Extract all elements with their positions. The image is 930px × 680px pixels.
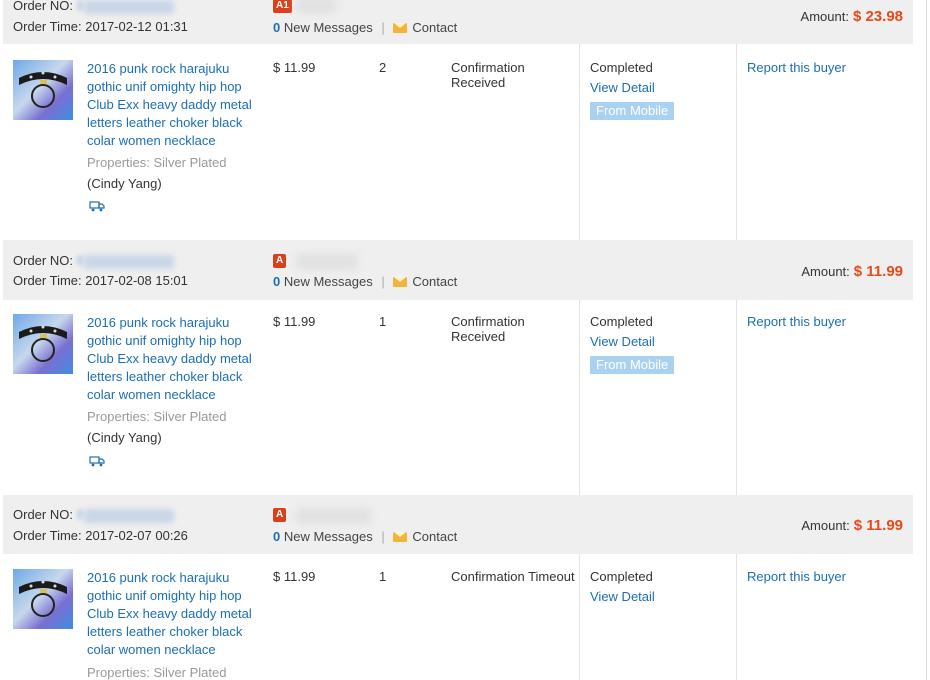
product-thumbnail[interactable] (13, 569, 73, 629)
product-properties: Properties: Silver Plated (87, 155, 227, 170)
new-messages-link[interactable]: New Messages (284, 274, 373, 289)
order-time: Order Time: 2017-02-12 01:31 (13, 19, 188, 34)
order-header: Order NO: 8 Order Time: 2017-02-08 15:01… (3, 240, 913, 300)
column-divider (736, 44, 737, 240)
column-divider (579, 554, 580, 680)
buyer-name: (Cindy Yang) (87, 430, 162, 445)
report-buyer-link[interactable]: Report this buyer (747, 314, 846, 329)
view-detail-link[interactable]: View Detail (590, 589, 655, 604)
unit-price: $ 11.99 (273, 569, 316, 584)
redacted-seller-name (296, 508, 371, 524)
order-status: Completed (590, 60, 653, 75)
envelope-icon (393, 23, 408, 33)
separator: | (381, 529, 385, 544)
buyer-name: (Cindy Yang) (87, 176, 162, 191)
truck-icon[interactable] (89, 455, 105, 467)
seller-level-badge: A1 (273, 0, 292, 13)
from-mobile-tag: From Mobile (590, 102, 675, 120)
truck-icon[interactable] (89, 200, 105, 212)
order-number: Order NO: 8 (13, 253, 174, 269)
seller-level-badge: A (273, 254, 287, 268)
order-number: Order NO: 8 (13, 507, 174, 523)
order-amount: Amount: $ 11.99 (801, 517, 903, 534)
quantity: 1 (379, 569, 387, 584)
product-title-link[interactable]: 2016 punk rock harajuku gothic unif omig… (87, 60, 257, 150)
new-message-count[interactable]: 0 (273, 274, 280, 289)
amount-value: $ 23.98 (852, 8, 903, 25)
contact-link[interactable]: Contact (412, 20, 457, 35)
new-message-count[interactable]: 0 (273, 20, 280, 35)
product-title-link[interactable]: 2016 punk rock harajuku gothic unif omig… (87, 314, 257, 404)
product-title-link[interactable]: 2016 punk rock harajuku gothic unif omig… (87, 569, 257, 659)
column-divider (579, 300, 580, 495)
order-amount: Amount: $ 11.99 (801, 263, 903, 280)
message-row: 0 New Messages | Contact (273, 274, 457, 289)
confirmation-status: Confirmation Received (451, 314, 525, 344)
contact-link[interactable]: Contact (412, 274, 457, 289)
confirmation-status: Confirmation Received (451, 60, 525, 90)
order-item-row: 2016 punk rock harajuku gothic unif omig… (3, 300, 913, 495)
new-message-count[interactable]: 0 (273, 529, 280, 544)
quantity: 2 (379, 60, 387, 75)
report-buyer-link[interactable]: Report this buyer (747, 60, 846, 75)
product-thumbnail[interactable] (13, 314, 73, 374)
view-detail-link[interactable]: View Detail (590, 80, 655, 95)
from-mobile-tag: From Mobile (590, 356, 675, 374)
envelope-icon (393, 277, 408, 287)
order-status: Completed (590, 569, 653, 584)
amount-value: $ 11.99 (853, 263, 903, 280)
separator: | (381, 274, 385, 289)
redacted-order-number (83, 254, 174, 269)
column-divider (736, 554, 737, 680)
product-properties: Properties: Silver Plated (87, 665, 227, 680)
message-row: 0 New Messages | Contact (273, 529, 457, 544)
order-item-row: 2016 punk rock harajuku gothic unif omig… (3, 554, 913, 680)
order-time: Order Time: 2017-02-07 00:26 (13, 528, 188, 543)
order-header: Order NO: 8 Order Time: 2017-02-07 00:26… (3, 495, 913, 554)
product-properties: Properties: Silver Plated (87, 409, 227, 424)
order-amount: Amount: $ 23.98 (800, 8, 903, 25)
amount-value: $ 11.99 (853, 517, 903, 534)
redacted-seller-name (296, 0, 336, 14)
order-time: Order Time: 2017-02-08 15:01 (13, 273, 188, 288)
order-item-row: 2016 punk rock harajuku gothic unif omig… (3, 44, 913, 240)
seller-level-badge: A (273, 508, 287, 522)
contact-link[interactable]: Contact (412, 529, 457, 544)
redacted-order-number (83, 508, 174, 523)
order-header: Order NO: 8 Order Time: 2017-02-12 01:31… (3, 0, 913, 44)
unit-price: $ 11.99 (273, 60, 316, 75)
order-number: Order NO: 8 (13, 0, 174, 14)
column-divider (579, 44, 580, 240)
view-detail-link[interactable]: View Detail (590, 334, 655, 349)
redacted-order-number (83, 0, 174, 14)
separator: | (381, 20, 385, 35)
redacted-seller-name (296, 254, 358, 270)
new-messages-link[interactable]: New Messages (284, 529, 373, 544)
page-right-border (926, 0, 927, 680)
quantity: 1 (379, 314, 387, 329)
report-buyer-link[interactable]: Report this buyer (747, 569, 846, 584)
confirmation-status: Confirmation Timeout (451, 569, 575, 584)
new-messages-link[interactable]: New Messages (284, 20, 373, 35)
product-thumbnail[interactable] (13, 60, 73, 120)
message-row: 0 New Messages | Contact (273, 20, 457, 35)
order-status: Completed (590, 314, 653, 329)
unit-price: $ 11.99 (273, 314, 316, 329)
envelope-icon (393, 532, 408, 542)
column-divider (736, 300, 737, 495)
